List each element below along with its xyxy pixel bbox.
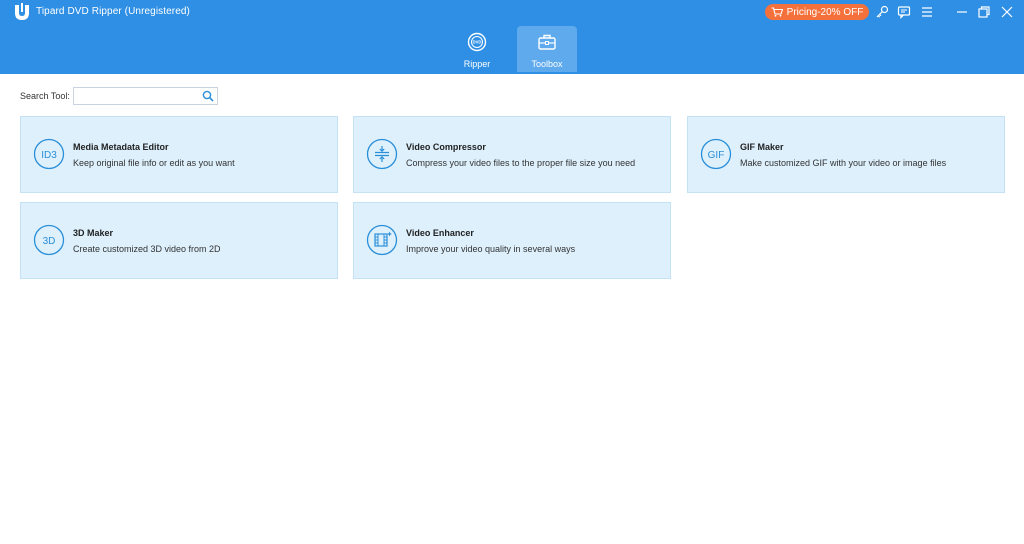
tool-title: GIF Maker [740, 142, 784, 152]
enhance-icon [366, 224, 398, 256]
dvd-icon: DVD [467, 32, 487, 52]
title-bar: Tipard DVD Ripper (Unregistered) Pricing… [0, 0, 1024, 74]
tab-toolbox-label: Toolbox [531, 59, 563, 69]
tool-card-video-compressor[interactable]: Video Compressor Compress your video fil… [353, 116, 671, 193]
app-logo-icon [15, 3, 29, 20]
tool-card-video-enhancer[interactable]: Video Enhancer Improve your video qualit… [353, 202, 671, 279]
search-box [73, 87, 218, 105]
tool-title: Media Metadata Editor [73, 142, 169, 152]
id3-icon: ID3 [33, 138, 65, 170]
tool-title: Video Enhancer [406, 228, 474, 238]
svg-text:DVD: DVD [473, 40, 482, 45]
tab-ripper[interactable]: DVD Ripper [447, 26, 507, 72]
pricing-label: Pricing-20% OFF [786, 6, 864, 18]
tool-title: 3D Maker [73, 228, 114, 238]
minimize-icon[interactable] [954, 4, 970, 20]
tab-ripper-label: Ripper [463, 59, 491, 69]
tool-description: Keep original file info or edit as you w… [73, 158, 235, 168]
tool-description: Make customized GIF with your video or i… [740, 158, 947, 168]
tool-description: Improve your video quality in several wa… [406, 244, 576, 254]
restore-icon[interactable] [976, 4, 992, 20]
svg-text:ID3: ID3 [41, 150, 57, 161]
compress-icon [366, 138, 398, 170]
search-label: Search Tool: [20, 91, 70, 101]
3d-icon: 3D [33, 224, 65, 256]
svg-text:3D: 3D [43, 236, 56, 247]
search-icon[interactable] [202, 90, 214, 102]
tool-description: Create customized 3D video from 2D [73, 244, 221, 254]
tool-card-3d-maker[interactable]: 3D 3D Maker Create customized 3D video f… [20, 202, 338, 279]
feedback-icon[interactable] [896, 4, 912, 20]
key-icon[interactable] [874, 4, 890, 20]
pricing-button[interactable]: Pricing-20% OFF [765, 4, 869, 20]
tool-title: Video Compressor [406, 142, 486, 152]
toolbox-icon [538, 34, 556, 50]
tool-description: Compress your video files to the proper … [406, 158, 636, 168]
close-icon[interactable] [999, 4, 1015, 20]
tool-card-media-metadata-editor[interactable]: ID3 Media Metadata Editor Keep original … [20, 116, 338, 193]
cart-icon [771, 7, 783, 17]
search-input[interactable] [74, 88, 200, 104]
svg-text:GIF: GIF [708, 150, 725, 161]
menu-icon[interactable] [919, 4, 935, 20]
gif-icon: GIF [700, 138, 732, 170]
app-title: Tipard DVD Ripper (Unregistered) [36, 6, 190, 17]
tool-card-gif-maker[interactable]: GIF GIF Maker Make customized GIF with y… [687, 116, 1005, 193]
tab-toolbox[interactable]: Toolbox [517, 26, 577, 72]
